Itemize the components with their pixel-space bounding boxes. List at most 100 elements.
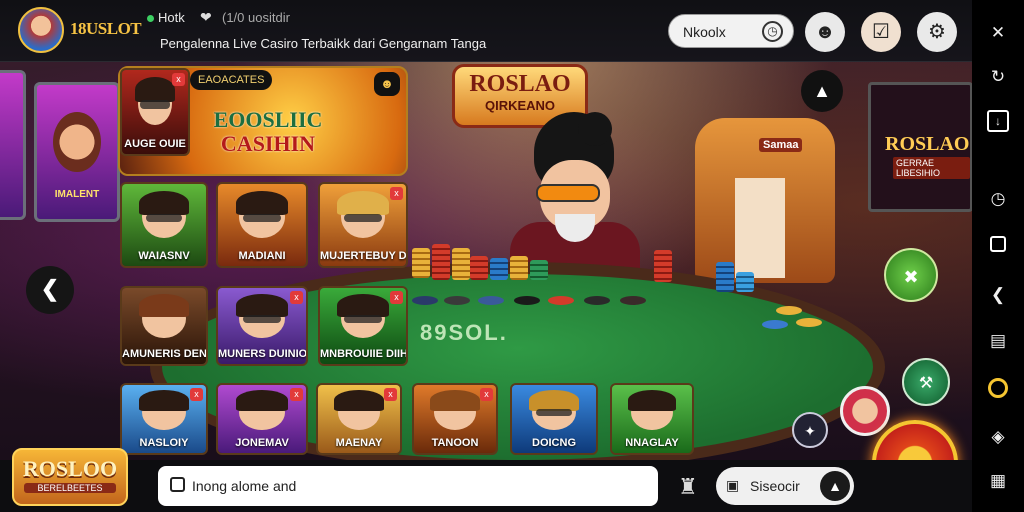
gift-button[interactable]: ☑	[861, 12, 901, 52]
game-card[interactable]: NASLOIY x	[120, 383, 208, 455]
casino-app: IMALENT ROSLAO QIRKEANO ROSLAO GERRAE LI…	[0, 0, 1024, 512]
dealer-hat-icon[interactable]: ♜	[678, 474, 698, 500]
glasses-icon	[344, 213, 382, 222]
card-title: AMUNERIS DENHIAIIN	[122, 348, 206, 360]
coin-icon[interactable]	[988, 378, 1008, 398]
game-card[interactable]: JONEMAV x	[216, 383, 308, 455]
tv-subtitle: GERRAE LIBESIHIO	[893, 157, 970, 179]
refresh-icon[interactable]: ◷	[987, 188, 1009, 210]
chip-action-button[interactable]: ✖	[884, 248, 938, 302]
back-arrow-icon[interactable]: ❮	[987, 284, 1009, 306]
avatar-hair	[334, 390, 384, 411]
card-title: MUNERS DUINIO FAMBIOV	[218, 348, 306, 360]
avatar-hair	[430, 390, 480, 411]
avatar-hair	[235, 190, 289, 216]
secure-button[interactable]: ▣ Siseocir ▲	[716, 467, 854, 505]
search-button[interactable]: Nkoolx ◷	[668, 14, 794, 48]
chip	[776, 306, 802, 315]
app-logo-avatar[interactable]	[18, 7, 64, 53]
sign-title: ROSLAO	[469, 71, 571, 97]
right-sidebar: ✕ ↻ ↓ ◷ ❮ ▤ ◈ ▦	[972, 0, 1024, 512]
square-icon[interactable]	[990, 236, 1006, 252]
status-extra: (1/0 uositdir	[222, 10, 290, 25]
game-card[interactable]: AUGE OUIE x	[120, 68, 190, 156]
card-title: TANOON	[431, 437, 479, 449]
compass-button[interactable]: ✦	[792, 412, 828, 448]
card-title: JONEMAV	[235, 437, 289, 449]
chat-icon	[170, 477, 185, 492]
featured-title-line2: CASIHIN	[220, 131, 316, 156]
open-box-icon[interactable]: ↓	[987, 110, 1009, 132]
user-icon[interactable]: ☻	[374, 72, 400, 96]
avatar-hair	[138, 390, 190, 411]
chip-stack	[432, 244, 450, 280]
prev-arrow-button[interactable]: ❮	[26, 266, 74, 314]
game-card[interactable]: MNBROUIIE DIIHAFANIO x	[318, 286, 408, 366]
chip	[444, 296, 470, 305]
chip-stack	[654, 250, 672, 282]
glasses-icon	[242, 213, 282, 222]
bottom-brand-logo[interactable]: ROSLOO BERELBEETES	[12, 448, 128, 506]
chip-stack	[470, 256, 488, 280]
game-card[interactable]: TANOON x	[412, 383, 498, 455]
card-title: MADIANI	[238, 250, 286, 262]
game-card[interactable]: MAENAY x	[316, 383, 402, 455]
chip	[514, 296, 540, 305]
game-card[interactable]: DOICNG	[510, 383, 598, 455]
chip-stack	[716, 262, 734, 292]
featured-badge: EAOACATES	[190, 70, 273, 90]
game-card[interactable]: WAIASNV	[120, 182, 208, 268]
online-status-dot	[147, 15, 154, 22]
chat-placeholder: Inong alome and	[192, 478, 297, 494]
game-card[interactable]: AMUNERIS DENHIAIIN	[120, 286, 208, 366]
close-icon[interactable]: x	[190, 388, 203, 401]
close-icon[interactable]: x	[172, 73, 185, 86]
glasses-icon	[145, 213, 183, 222]
close-icon[interactable]: x	[290, 388, 303, 401]
grid-icon[interactable]: ▦	[987, 470, 1009, 492]
game-card[interactable]: NNAGLAY	[610, 383, 694, 455]
avatar-hair	[235, 294, 289, 317]
chip-stack	[510, 256, 528, 280]
avatar-hair	[337, 190, 389, 216]
close-icon[interactable]: x	[290, 291, 303, 304]
glasses-icon	[242, 315, 282, 323]
settings-gear-icon[interactable]: ⚙	[917, 12, 957, 52]
profile-button[interactable]: ☻	[805, 12, 845, 52]
profile-avatar-button[interactable]	[840, 386, 890, 436]
card-title: NNAGLAY	[625, 437, 679, 449]
game-card[interactable]: MUJERTEBUY DUESANO x	[318, 182, 408, 268]
close-icon[interactable]: x	[390, 187, 403, 200]
close-icon[interactable]: x	[480, 388, 493, 401]
tools-button[interactable]: ⚒	[902, 358, 950, 406]
game-card[interactable]: MADIANI	[216, 182, 308, 268]
slot-label: IMALENT	[54, 189, 100, 201]
card-title: MAENAY	[335, 437, 383, 449]
chip	[412, 296, 438, 305]
lock-icon: ▣	[726, 477, 740, 493]
slot-face-icon	[53, 111, 101, 173]
glasses-icon	[140, 100, 170, 109]
chair-tag: Samaa	[759, 138, 803, 152]
search-label: Nkoolx	[683, 24, 726, 40]
close-icon[interactable]: x	[384, 388, 397, 401]
split-icon[interactable]: ▤	[987, 330, 1009, 352]
avatar-hair	[135, 76, 175, 102]
lock-icon[interactable]: ▲	[801, 70, 843, 112]
slot-machine: IMALENT	[34, 82, 120, 222]
bottom-logo-title: ROSLOO	[22, 456, 118, 481]
shield-icon[interactable]: ◈	[987, 426, 1009, 448]
card-title: MNBROUIIE DIIHAFANIO	[320, 348, 406, 360]
clock-icon: ◷	[762, 21, 783, 42]
chip-stack	[490, 258, 508, 280]
table-logo: 89SOL.	[420, 320, 508, 345]
dealer-glasses-icon	[536, 184, 600, 202]
tagline: Pengalenna Live Casiro Terbaikk dari Gen…	[160, 36, 487, 51]
chip	[584, 296, 610, 305]
close-icon[interactable]: x	[390, 291, 403, 304]
history-icon[interactable]: ↻	[987, 66, 1009, 88]
close-icon[interactable]: ✕	[987, 22, 1009, 44]
chat-input[interactable]: Inong alome and	[158, 466, 658, 506]
game-card[interactable]: MUNERS DUINIO FAMBIOV x	[216, 286, 308, 366]
chip	[548, 296, 574, 305]
